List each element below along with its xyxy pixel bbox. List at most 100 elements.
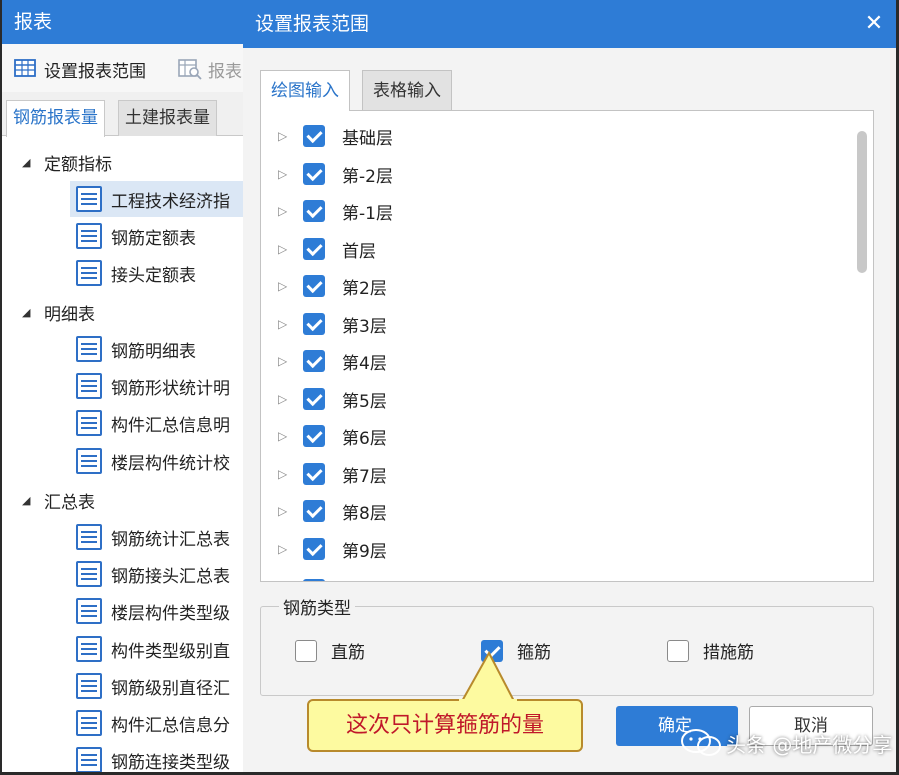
expand-arrow-icon[interactable]: ▷	[278, 429, 290, 443]
floor-checkbox[interactable]	[303, 350, 325, 372]
tab-table-input[interactable]: 表格输入	[362, 70, 452, 110]
floor-label: 首层	[342, 241, 376, 262]
tree-item[interactable]: 接头定额表	[70, 255, 243, 291]
expand-arrow-icon[interactable]: ▷	[278, 167, 290, 181]
floor-checkbox[interactable]	[303, 500, 325, 522]
report-button[interactable]: 报表	[178, 56, 242, 82]
expand-arrow-icon[interactable]: ▷	[278, 279, 290, 293]
report-toolbar: 设置报表范围 报表	[2, 44, 243, 92]
floor-checkbox[interactable]	[303, 538, 325, 560]
floor-list-scrollbar[interactable]	[857, 131, 867, 273]
expand-arrow-icon[interactable]: ▷	[278, 204, 290, 218]
set-range-label: 设置报表范围	[44, 61, 146, 82]
floor-checkbox[interactable]	[303, 388, 325, 410]
watermark-text: 头条 @地产微分享	[726, 732, 893, 757]
report-label: 报表	[208, 61, 242, 82]
tree-item[interactable]: 构件汇总信息明	[70, 405, 243, 441]
floor-checkbox[interactable]	[303, 238, 325, 260]
floor-checkbox[interactable]	[303, 425, 325, 447]
report-tabs: 钢筋报表量 土建报表量	[2, 92, 243, 137]
report-panel-title: 报表	[2, 0, 243, 44]
floor-checkbox[interactable]	[303, 163, 325, 185]
report-doc-icon	[76, 410, 102, 436]
close-icon[interactable]: ✕	[861, 11, 887, 37]
rebar-checkbox[interactable]	[667, 639, 689, 662]
chat-bubble-icon	[681, 729, 721, 756]
tree-item-label: 钢筋统计汇总表	[111, 529, 230, 550]
floor-row[interactable]: ▷ 基础层	[261, 118, 393, 154]
floor-checkbox[interactable]	[303, 579, 325, 581]
tree-item[interactable]: 钢筋接头汇总表	[70, 556, 243, 592]
floor-row[interactable]: ▷ 第3层	[261, 306, 387, 342]
report-doc-icon	[76, 673, 102, 699]
expand-arrow-icon[interactable]: ▷	[278, 504, 290, 518]
expand-arrow-icon[interactable]: ▷	[278, 542, 290, 556]
floor-row[interactable]: ▷ 第4层	[261, 343, 387, 379]
floor-label: 第4层	[342, 353, 387, 374]
tree-item[interactable]: 楼层构件统计校	[70, 443, 243, 479]
collapse-arrow-icon[interactable]: ◢	[22, 156, 34, 169]
tree-group-detail[interactable]: ◢ 明细表	[2, 293, 95, 331]
tree-item-label: 楼层构件统计校	[111, 453, 230, 474]
floor-row[interactable]: ▷ 首层	[261, 231, 376, 267]
tree-item[interactable]: 楼层构件类型级	[70, 593, 243, 629]
floor-label: 第2层	[342, 278, 387, 299]
floor-row[interactable]: ▷ 第-2层	[261, 156, 393, 192]
tree-item-label: 接头定额表	[111, 265, 196, 286]
tree-group-summary[interactable]: ◢ 汇总表	[2, 481, 95, 519]
report-doc-icon	[76, 260, 102, 286]
expand-arrow-icon[interactable]: ▷	[278, 242, 290, 256]
tab-civil-report[interactable]: 土建报表量	[118, 100, 217, 136]
floor-row[interactable]: ▷ 第2层	[261, 268, 387, 304]
tree-item[interactable]: 钢筋连接类型级	[70, 742, 243, 772]
floor-label: 第8层	[342, 503, 387, 524]
expand-arrow-icon[interactable]: ▷	[278, 317, 290, 331]
report-doc-icon	[76, 373, 102, 399]
report-search-icon	[178, 58, 202, 80]
floor-checkbox[interactable]	[303, 125, 325, 147]
tree-item[interactable]: 钢筋形状统计明	[70, 368, 243, 404]
rebar-option-measure[interactable]: 措施筋	[667, 638, 754, 663]
report-doc-icon	[76, 747, 102, 772]
floor-checkbox[interactable]	[303, 313, 325, 335]
collapse-arrow-icon[interactable]: ◢	[22, 306, 34, 319]
expand-arrow-icon[interactable]: ▷	[278, 392, 290, 406]
tree-item[interactable]: 构件类型级别直	[70, 631, 243, 667]
floor-checkbox[interactable]	[303, 275, 325, 297]
dialog-title: 设置报表范围	[243, 0, 899, 48]
rebar-option-label: 直筋	[331, 643, 365, 663]
tree-item[interactable]: 工程技术经济指	[70, 181, 243, 217]
tree-item-label: 构件汇总信息明	[111, 415, 230, 436]
floor-row[interactable]: ▷ 第8层	[261, 493, 387, 529]
expand-arrow-icon[interactable]: ▷	[278, 354, 290, 368]
tree-item[interactable]: 钢筋明细表	[70, 331, 243, 367]
floor-row[interactable]: ▷ 第5层	[261, 381, 387, 417]
floor-row[interactable]: ▷ 第7层	[261, 456, 387, 492]
expand-arrow-icon[interactable]: ▷	[278, 467, 290, 481]
floor-checkbox[interactable]	[303, 463, 325, 485]
tree-item-label: 工程技术经济指	[111, 191, 230, 212]
tab-drawing-input[interactable]: 绘图输入	[260, 70, 350, 111]
floor-row[interactable]: ▷ 第-1层	[261, 193, 393, 229]
floor-checkbox[interactable]	[303, 200, 325, 222]
tree-group-quota-index[interactable]: ◢ 定额指标	[2, 143, 112, 181]
set-range-button[interactable]: 设置报表范围	[14, 56, 146, 82]
tree-group-label: 定额指标	[44, 154, 112, 175]
tree-item[interactable]: 钢筋定额表	[70, 218, 243, 254]
expand-arrow-icon[interactable]: ▷	[278, 129, 290, 143]
floor-row[interactable]: ▷ 第6层	[261, 418, 387, 454]
floor-row-partial[interactable]	[261, 572, 342, 581]
tab-rebar-report[interactable]: 钢筋报表量	[6, 100, 105, 137]
report-doc-icon	[76, 336, 102, 362]
tree-item[interactable]: 钢筋统计汇总表	[70, 519, 243, 555]
collapse-arrow-icon[interactable]: ◢	[22, 494, 34, 507]
floor-row[interactable]: ▷ 第9层	[261, 531, 387, 567]
tree-item[interactable]: 钢筋级别直径汇	[70, 668, 243, 704]
watermark: 头条 @地产微分享	[672, 725, 892, 761]
tree-item[interactable]: 构件汇总信息分	[70, 705, 243, 741]
report-doc-icon	[76, 448, 102, 474]
floor-list: ▷ 基础层 ▷ 第-2层 ▷ 第-1层 ▷ 首层 ▷ 第2层 ▷ 第3层 ▷ 第…	[260, 110, 874, 582]
rebar-option-straight[interactable]: 直筋	[295, 638, 365, 663]
rebar-type-legend: 钢筋类型	[279, 594, 355, 619]
rebar-checkbox[interactable]	[295, 639, 317, 662]
